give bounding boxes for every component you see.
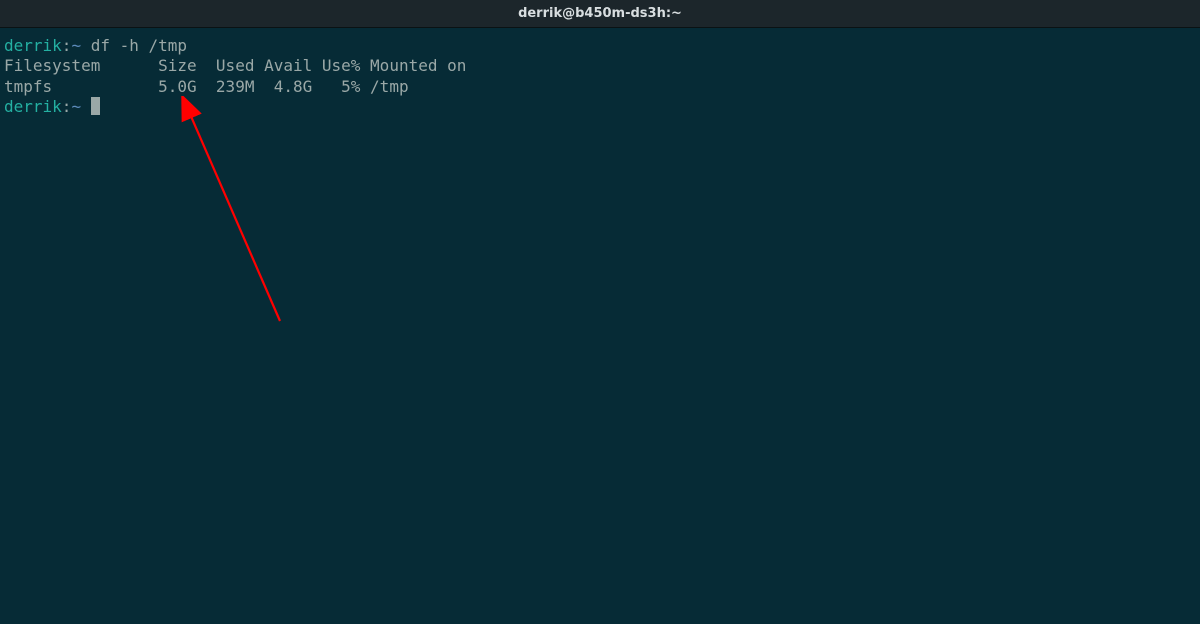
terminal-viewport[interactable]: derrik:~ df -h /tmp Filesystem Size Used… bbox=[0, 28, 1200, 624]
command-line-1: derrik:~ df -h /tmp bbox=[4, 36, 1196, 56]
prompt-user: derrik bbox=[4, 36, 62, 55]
command-text: df -h /tmp bbox=[91, 36, 187, 55]
prompt-path: ~ bbox=[71, 36, 81, 55]
output-header: Filesystem Size Used Avail Use% Mounted … bbox=[4, 56, 1196, 76]
prompt-separator: : bbox=[62, 97, 72, 116]
prompt-path: ~ bbox=[71, 97, 81, 116]
window-titlebar: derrik@b450m-ds3h:~ bbox=[0, 0, 1200, 28]
prompt-separator: : bbox=[62, 36, 72, 55]
prompt-symbol bbox=[81, 36, 91, 55]
command-line-2[interactable]: derrik:~ bbox=[4, 97, 1196, 117]
window-title: derrik@b450m-ds3h:~ bbox=[518, 6, 682, 21]
output-row: tmpfs 5.0G 239M 4.8G 5% /tmp bbox=[4, 77, 1196, 97]
cursor bbox=[91, 97, 100, 115]
annotation-arrow-icon bbox=[165, 96, 295, 336]
prompt-symbol bbox=[81, 97, 91, 116]
prompt-user: derrik bbox=[4, 97, 62, 116]
